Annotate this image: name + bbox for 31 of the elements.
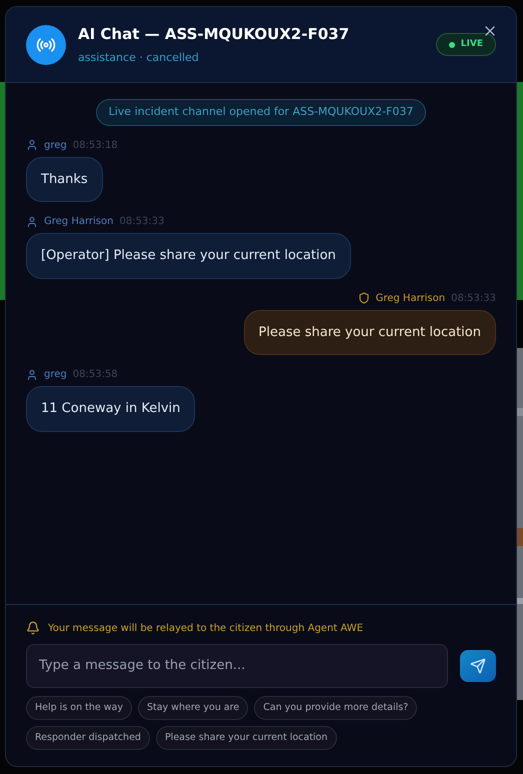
send-button[interactable] [460,650,496,682]
message-bubble: [Operator] Please share your current location [26,233,351,278]
sender-name: greg [44,368,67,382]
system-notice: Live incident channel opened for ASS-MQUKOUX2-F037 [96,99,426,126]
quick-reply-chip[interactable]: Can you provide more details? [254,696,418,720]
dialog-subtitle: assistance · cancelled [78,50,200,66]
dialog-title: AI Chat — ASS-MQUKOUX2-F037 [78,24,350,45]
user-icon [26,216,38,228]
quick-reply-chip[interactable]: Responder dispatched [26,726,150,750]
quick-reply-chip[interactable]: Stay where you are [138,696,248,720]
live-badge: LIVE [436,32,496,56]
broadcast-icon [26,24,66,64]
sender-name: Greg Harrison [376,292,446,306]
user-icon [26,139,38,151]
user-icon [26,368,38,380]
message-input[interactable]: Type a message to the citizen... [26,644,448,688]
relay-notice: Your message will be relayed to the citizen through Agent AWE [48,622,364,636]
bell-icon [26,621,40,635]
send-icon [470,658,486,674]
message-time: 08:53:33 [119,215,164,229]
shield-icon [358,292,370,304]
message-time: 08:53:18 [72,138,118,152]
message-bubble: Please share your current location [244,310,496,355]
message-time: 08:53:58 [72,368,118,382]
sender-name: Greg Harrison [44,215,114,229]
quick-reply-chip[interactable]: Please share your current location [156,726,337,750]
message-bubble: Thanks [26,156,103,202]
message-time: 08:53:33 [451,292,496,306]
sender-name: greg [44,138,67,152]
quick-reply-chip[interactable]: Help is on the way [26,696,132,720]
message-bubble: 11 Coneway in Kelvin [26,386,196,432]
